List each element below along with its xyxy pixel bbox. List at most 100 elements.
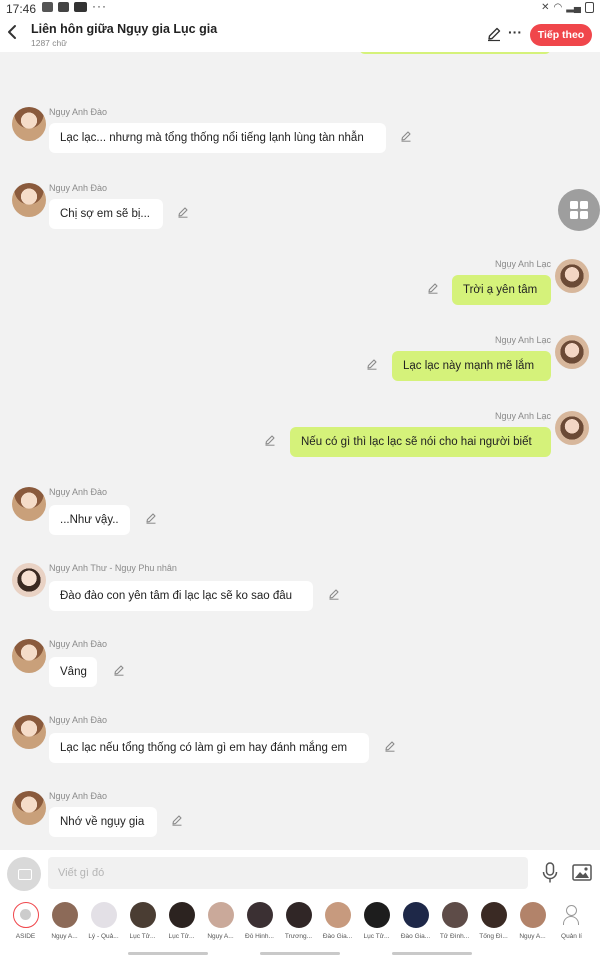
edit-message-icon[interactable] xyxy=(177,205,189,218)
sender-name: Ngụy Anh Lạc xyxy=(494,259,551,269)
grid-menu-button[interactable] xyxy=(558,189,600,231)
message-bubble[interactable]: Đào đào con yên tâm đi lạc lạc sẽ ko sao… xyxy=(49,581,313,611)
avatar[interactable] xyxy=(555,259,589,293)
nav-hint xyxy=(392,952,472,955)
message-row: Ngụy Anh Đào ...Như vậy.. xyxy=(0,484,600,554)
message-bubble[interactable]: Mọi người ko cần quan tâm đâu xyxy=(359,52,551,54)
message-bubble[interactable]: Chị sợ em sẽ bị... xyxy=(49,199,163,229)
sender-name: Ngụy Anh Đào xyxy=(49,183,108,193)
more-options-icon[interactable]: ··· xyxy=(508,24,522,40)
message-row: Ngụy Anh Đào Lạc lạc... nhưng mà tổng thố… xyxy=(0,104,600,174)
character-avatar xyxy=(402,902,429,928)
character-label: Lục Tử... xyxy=(129,933,156,940)
edit-message-icon[interactable] xyxy=(400,129,412,142)
sender-name: Ngụy Anh Lạc xyxy=(494,411,551,421)
avatar[interactable] xyxy=(555,335,589,369)
character-item[interactable]: Đào Gia... xyxy=(396,902,435,940)
message-bubble[interactable]: Nếu có gì thì lạc lạc sẽ nói cho hai ngư… xyxy=(290,427,551,457)
character-label: Ngụy A... xyxy=(519,933,546,940)
status-right: ✕ ◠ ▂▄ xyxy=(541,2,594,13)
avatar[interactable] xyxy=(12,487,46,521)
character-item[interactable]: Tống Đì... xyxy=(474,902,513,940)
character-item[interactable]: Lục Tử... xyxy=(162,902,201,940)
edit-message-icon[interactable] xyxy=(145,511,157,524)
message-bubble[interactable]: Trời ạ yên tâm xyxy=(452,275,551,305)
sender-name: Ngụy Anh Thư - Ngụy Phu nhân xyxy=(49,563,177,573)
aside-character[interactable]: ASIDE xyxy=(6,902,45,940)
character-avatar xyxy=(51,902,78,928)
character-label: Đào Gia... xyxy=(322,933,353,940)
message-bubble[interactable]: Vâng xyxy=(49,657,97,687)
sender-name: Ngụy Anh Đào xyxy=(49,791,108,801)
chapter-header: Liên hôn giữa Ngụy gia Lục gia 1287 chữ … xyxy=(0,18,600,52)
app-icon xyxy=(74,2,87,12)
edit-message-icon[interactable] xyxy=(328,587,340,600)
avatar[interactable] xyxy=(555,411,589,445)
edit-message-icon[interactable] xyxy=(427,281,439,294)
character-label: ASIDE xyxy=(15,933,36,940)
next-button[interactable]: Tiếp theo xyxy=(530,24,592,46)
image-icon[interactable] xyxy=(572,864,592,881)
character-item[interactable]: Lục Tử... xyxy=(123,902,162,940)
edit-message-icon[interactable] xyxy=(384,739,396,752)
avatar[interactable] xyxy=(12,183,46,217)
character-avatar xyxy=(480,902,507,928)
message-row: Ngụy Anh Đào Chị sợ em sẽ bị... xyxy=(0,180,600,250)
page-title: Liên hôn giữa Ngụy gia Lục gia xyxy=(31,22,218,36)
character-label: Lục Tử... xyxy=(363,933,390,940)
edit-message-icon[interactable] xyxy=(264,433,276,446)
microphone-icon[interactable] xyxy=(541,862,559,884)
character-item[interactable]: Ngụy A... xyxy=(45,902,84,940)
character-item[interactable]: Lục Tử... xyxy=(357,902,396,940)
message-bubble[interactable]: Lạc lạc... nhưng mà tổng thống nổi tiếng… xyxy=(49,123,386,153)
character-avatar xyxy=(363,902,390,928)
character-label: Tử Đình... xyxy=(439,933,470,940)
edit-message-icon[interactable] xyxy=(171,813,183,826)
message-input[interactable] xyxy=(48,857,528,889)
edit-message-icon[interactable] xyxy=(366,357,378,370)
character-item[interactable]: Ngụy A... xyxy=(201,902,240,940)
sender-name: Ngụy Anh Đào xyxy=(49,715,108,725)
message-bubble[interactable]: Lạc lạc này mạnh mẽ lắm xyxy=(392,351,551,381)
character-item[interactable]: Lý - Quả... xyxy=(84,902,123,940)
chat-messages[interactable]: Mọi người ko cần quan tâm đâu Ngụy Anh Đà… xyxy=(0,52,600,850)
character-avatar xyxy=(90,902,117,928)
edit-icon[interactable] xyxy=(486,26,502,42)
manage-characters-button[interactable]: Quản lí xyxy=(552,902,591,940)
status-app-icons: ··· xyxy=(42,0,107,13)
avatar[interactable] xyxy=(12,639,46,673)
battery-icon xyxy=(585,2,594,13)
character-avatar xyxy=(12,902,39,928)
avatar[interactable] xyxy=(12,107,46,141)
character-item[interactable]: Đào Gia... xyxy=(318,902,357,940)
youtube-icon xyxy=(58,2,69,12)
sender-name: Ngụy Anh Đào xyxy=(49,487,108,497)
character-avatar xyxy=(324,902,351,928)
signal-icon: ▂▄ xyxy=(566,2,581,13)
character-item[interactable]: Ngụy A... xyxy=(513,902,552,940)
aside-toggle-button[interactable] xyxy=(7,857,41,891)
character-item[interactable]: Đỗ Hinh... xyxy=(240,902,279,940)
message-row: Mọi người ko cần quan tâm đâu xyxy=(0,52,600,92)
character-label: Đỗ Hinh... xyxy=(245,933,274,940)
mute-icon: ✕ xyxy=(541,2,550,13)
character-item[interactable]: Trương... xyxy=(279,902,318,940)
message-bubble[interactable]: ...Như vậy.. xyxy=(49,505,130,535)
sender-name: Ngụy Anh Đào xyxy=(49,639,108,649)
character-item[interactable]: Tử Đình... xyxy=(435,902,474,940)
message-bubble[interactable]: Nhớ về ngụy gia xyxy=(49,807,157,837)
character-avatar xyxy=(519,902,546,928)
message-row: Ngụy Anh Đào Lạc lạc nếu tổng thống có là… xyxy=(0,712,600,782)
message-bubble[interactable]: Lạc lạc nếu tổng thống có làm gì em hay … xyxy=(49,733,369,763)
message-row: Ngụy Anh Lạc Lạc lạc này mạnh mẽ lắm xyxy=(0,332,600,402)
character-label: Quản lí xyxy=(561,933,582,940)
message-row: Ngụy Anh Lạc Nếu có gì thì lạc lạc sẽ nói… xyxy=(0,408,600,478)
back-arrow-icon[interactable] xyxy=(6,24,20,40)
edit-message-icon[interactable] xyxy=(113,663,125,676)
avatar[interactable] xyxy=(12,715,46,749)
manage-user-icon xyxy=(558,902,585,928)
avatar[interactable] xyxy=(12,791,46,825)
avatar[interactable] xyxy=(12,563,46,597)
gallery-icon xyxy=(42,2,53,12)
character-label: Ngụy A... xyxy=(51,933,78,940)
